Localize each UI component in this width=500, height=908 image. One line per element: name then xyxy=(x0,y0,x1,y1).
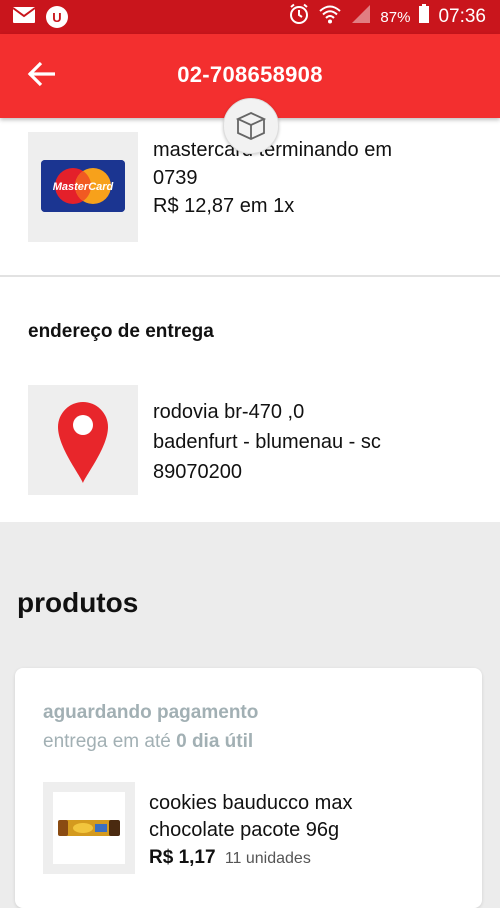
delivery-estimate: entrega em até 0 dia útil xyxy=(43,731,253,753)
product-card[interactable]: aguardando pagamento entrega em até 0 di… xyxy=(15,668,482,908)
order-details: MasterCard mastercard terminando em 0739… xyxy=(0,118,500,522)
clock: 07:36 xyxy=(438,6,486,27)
card-thumbnail: MasterCard xyxy=(28,132,138,242)
product-price: R$ 1,17 xyxy=(149,847,216,868)
products-section-title: produtos xyxy=(17,587,139,618)
product-price-line: R$ 1,17 11 unidades xyxy=(149,847,311,869)
delivery-section-title: endereço de entrega xyxy=(28,321,214,342)
signal-icon xyxy=(350,4,372,30)
alarm-icon xyxy=(288,3,310,31)
divider xyxy=(0,275,500,277)
order-status: aguardando pagamento xyxy=(43,702,259,723)
cookie-package-image xyxy=(58,820,120,836)
location-thumbnail xyxy=(28,385,138,495)
payment-card-digits: 0739 xyxy=(153,167,198,189)
product-name[interactable]: cookies bauducco max chocolate pacote 96… xyxy=(149,790,352,844)
battery-icon xyxy=(418,4,430,30)
address-city: badenfurt - blumenau - sc xyxy=(153,431,381,453)
status-bar: U 87% 07:36 xyxy=(0,0,500,34)
payment-amount: R$ 12,87 em 1x xyxy=(153,195,295,217)
delivery-prefix: entrega em até xyxy=(43,731,171,752)
delivery-address: rodovia br-470 ,0 badenfurt - blumenau -… xyxy=(153,397,381,487)
page-title: 02-708658908 xyxy=(177,62,323,87)
battery-percent: 87% xyxy=(380,8,411,26)
payment-info: mastercard terminando em 0739 R$ 12,87 e… xyxy=(153,136,392,220)
box-icon xyxy=(223,98,279,154)
product-image[interactable] xyxy=(43,782,135,874)
product-units: 11 unidades xyxy=(224,850,311,867)
mastercard-logo: MasterCard xyxy=(41,160,125,212)
svg-text:MasterCard: MasterCard xyxy=(53,181,114,193)
u-badge-icon: U xyxy=(46,6,68,28)
address-street: rodovia br-470 ,0 xyxy=(153,401,305,423)
mail-icon xyxy=(12,6,36,29)
wifi-icon xyxy=(318,4,342,30)
location-pin-icon xyxy=(58,402,108,483)
address-zip: 89070200 xyxy=(153,461,242,483)
delivery-days: 0 dia útil xyxy=(176,731,254,752)
